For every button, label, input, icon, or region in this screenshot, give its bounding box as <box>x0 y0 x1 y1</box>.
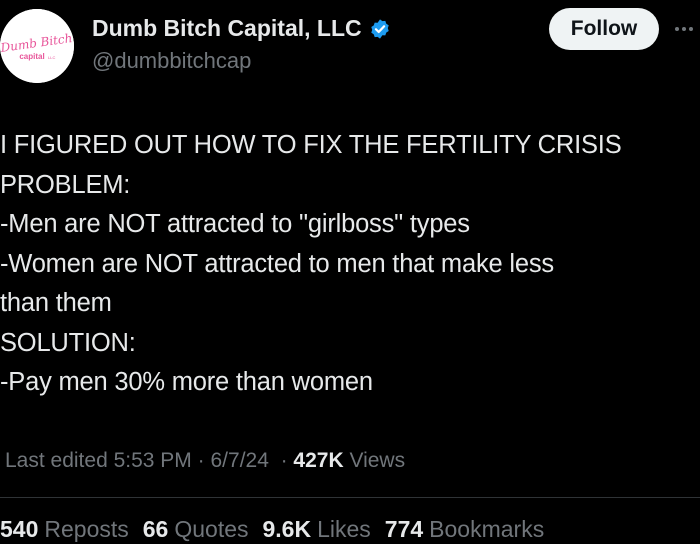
likes-stat[interactable]: 9.6K Likes <box>263 516 371 543</box>
tweet-time[interactable]: 5:53 PM <box>114 449 192 473</box>
dot <box>675 27 679 31</box>
avatar[interactable]: Dumb Bitch capital LLC <box>0 9 74 83</box>
follow-button[interactable]: Follow <box>549 8 659 50</box>
likes-count: 9.6K <box>262 516 312 542</box>
tweet-line: than them <box>0 289 112 317</box>
display-name[interactable]: Dumb Bitch Capital, LLC <box>92 15 362 42</box>
bookmarks-count: 774 <box>384 516 424 542</box>
tweet-line: -Men are NOT attracted to "girlboss" typ… <box>0 210 470 238</box>
divider <box>0 497 700 498</box>
views-label: Views <box>349 449 406 472</box>
quotes-stat[interactable]: 66 Quotes <box>143 516 249 543</box>
bookmarks-stat[interactable]: 774 Bookmarks <box>385 516 544 543</box>
quotes-label: Quotes <box>174 516 249 542</box>
more-options-icon[interactable] <box>675 27 693 31</box>
author-name-row[interactable]: Dumb Bitch Capital, LLC <box>92 15 391 42</box>
tweet-line: SOLUTION: <box>0 328 136 357</box>
engagement-stats: 540 Reposts 66 Quotes 9.6K Likes 774 Boo… <box>0 516 558 543</box>
tweet-text: I FIGURED OUT HOW TO FIX THE FERTILITY C… <box>0 126 690 403</box>
tweet-meta: Last edited 5:53 PM · 6/7/24 · 427K View… <box>5 449 405 473</box>
avatar-sub-text: capital <box>19 52 44 61</box>
tweet-line: -Women are NOT attracted to men that mak… <box>0 249 554 278</box>
views-count: 427K <box>293 449 344 472</box>
reposts-label: Reposts <box>44 516 129 542</box>
tweet-line: PROBLEM: <box>0 170 131 199</box>
dot <box>689 27 693 31</box>
avatar-sub-small: LLC <box>48 55 55 60</box>
avatar-logo: Dumb Bitch capital LLC <box>0 9 74 83</box>
author-handle[interactable]: @dumbbitchcap <box>92 48 251 74</box>
tweet-date[interactable]: 6/7/24 <box>211 449 269 473</box>
reposts-stat[interactable]: 540 Reposts <box>0 516 129 543</box>
verified-badge-icon <box>370 18 389 39</box>
bookmarks-label: Bookmarks <box>429 516 545 542</box>
likes-label: Likes <box>317 516 371 542</box>
tweet-line: I FIGURED OUT HOW TO FIX THE FERTILITY C… <box>0 131 622 159</box>
meta-separator: · <box>280 449 288 472</box>
edited-label[interactable]: Last edited <box>5 449 108 473</box>
meta-separator: · <box>197 449 205 472</box>
reposts-count: 540 <box>0 516 39 542</box>
dot <box>682 27 686 31</box>
quotes-count: 66 <box>142 516 169 542</box>
tweet-line: -Pay men 30% more than women <box>0 368 373 396</box>
